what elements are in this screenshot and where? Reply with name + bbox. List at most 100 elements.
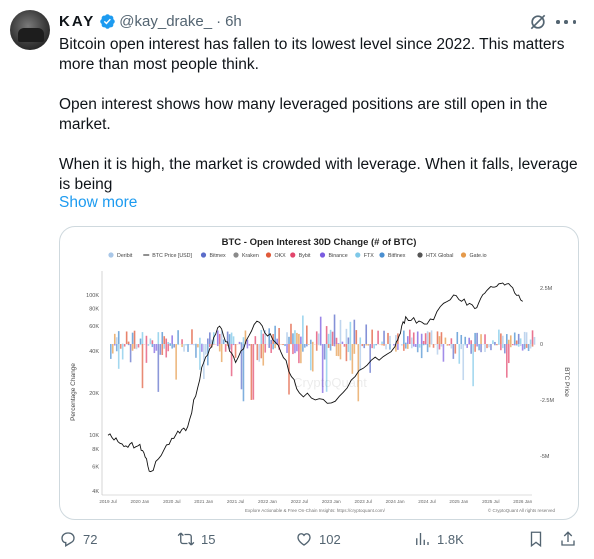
oi-change-bar xyxy=(430,330,433,344)
oi-change-bar xyxy=(115,337,118,344)
y-axis-label: Percentage Change xyxy=(70,363,77,421)
oi-change-bar xyxy=(147,344,150,346)
oi-change-bar xyxy=(458,344,461,364)
oi-change-bar xyxy=(309,339,312,344)
oi-change-bar xyxy=(377,330,379,344)
y-tick-label: 10K xyxy=(89,433,99,439)
oi-change-bar xyxy=(113,344,116,346)
oi-change-bar xyxy=(252,344,255,400)
oi-change-bar xyxy=(268,344,270,348)
oi-change-bar xyxy=(498,344,500,345)
oi-change-bar xyxy=(531,330,534,344)
oi-change-bar xyxy=(173,344,175,348)
oi-change-bar xyxy=(502,344,504,349)
oi-change-bar xyxy=(397,344,399,350)
retweet-button[interactable]: 15 xyxy=(177,530,215,548)
oi-change-bar xyxy=(242,344,245,402)
oi-change-bar xyxy=(181,344,183,348)
oi-change-bar xyxy=(504,344,506,354)
oi-change-bar xyxy=(250,344,253,400)
oi-change-bar xyxy=(422,340,425,344)
oi-change-bar xyxy=(159,344,162,355)
legend-swatch xyxy=(265,252,272,258)
legend-label: HTX Global xyxy=(426,253,453,259)
oi-change-bar xyxy=(412,332,415,344)
oi-change-bar xyxy=(319,316,322,344)
oi-change-bar xyxy=(234,344,237,358)
oi-change-bar xyxy=(355,330,358,344)
oi-change-bar xyxy=(347,337,350,344)
oi-change-bar xyxy=(246,339,249,344)
oi-change-bar xyxy=(341,341,344,344)
oi-change-bar xyxy=(345,344,348,362)
oi-change-bar xyxy=(343,344,346,347)
y2-tick-label: -2.5M xyxy=(540,398,554,404)
oi-change-bar xyxy=(511,344,514,346)
oi-change-bar xyxy=(407,336,409,344)
oi-change-bar xyxy=(151,340,154,344)
oi-change-bar xyxy=(230,332,233,344)
views-button[interactable]: 1.8K xyxy=(413,530,464,548)
oi-change-bar xyxy=(484,334,486,344)
views-icon xyxy=(416,533,429,545)
oi-change-bar xyxy=(460,334,463,344)
author-handle[interactable]: @kay_drake_ xyxy=(119,13,212,30)
oi-change-bar xyxy=(207,338,209,344)
oi-change-bar xyxy=(300,336,302,344)
oi-change-bar xyxy=(371,329,373,344)
oi-change-bar xyxy=(145,335,148,344)
more-icon[interactable] xyxy=(556,20,576,26)
oi-change-bar xyxy=(218,333,221,344)
tweet-header: KAY @kay_drake_ · 6h xyxy=(59,11,242,31)
oi-change-bar xyxy=(329,344,332,351)
oi-change-bar xyxy=(335,344,338,356)
oi-change-bar xyxy=(151,344,154,348)
like-button[interactable]: 102 xyxy=(295,530,341,548)
oi-change-bar xyxy=(428,332,431,344)
oi-change-bar xyxy=(515,340,518,344)
oi-change-bar xyxy=(448,344,451,346)
oi-change-bar xyxy=(527,344,530,352)
oi-change-bar xyxy=(327,333,330,344)
oi-change-bar xyxy=(506,344,508,378)
oi-change-bar xyxy=(484,344,486,353)
oi-change-bar xyxy=(452,344,455,359)
author-name[interactable]: KAY xyxy=(59,13,95,30)
oi-change-bar xyxy=(260,344,263,359)
x-tick-label: 2025 Jul xyxy=(482,499,499,504)
oi-change-bar xyxy=(133,344,136,349)
oi-change-bar xyxy=(165,344,168,358)
oi-change-bar xyxy=(139,344,142,346)
oi-change-bar xyxy=(347,344,350,353)
oi-change-bar xyxy=(349,344,352,361)
avatar[interactable] xyxy=(10,10,50,50)
tweet-card[interactable]: KAY @kay_drake_ · 6h Bitcoin open intere… xyxy=(0,0,594,559)
oi-change-bar xyxy=(302,315,304,344)
oi-change-bar xyxy=(306,325,308,344)
show-more-link[interactable]: Show more xyxy=(59,194,137,212)
x-tick-label: 2020 Jan xyxy=(130,499,149,504)
tweet-text: Bitcoin open interest has fallen to its … xyxy=(59,35,583,215)
oi-change-bar xyxy=(472,344,474,387)
oi-change-bar xyxy=(480,344,482,353)
oi-change-bar xyxy=(480,334,482,344)
oi-change-bar xyxy=(175,344,177,380)
grok-icon[interactable] xyxy=(528,12,548,32)
oi-change-bar xyxy=(434,344,437,345)
bookmark-button[interactable] xyxy=(527,530,551,548)
oi-change-bar xyxy=(309,344,312,371)
oi-change-bar xyxy=(337,343,340,344)
share-button[interactable] xyxy=(559,530,583,548)
oi-change-bar xyxy=(121,344,124,360)
oi-change-bar xyxy=(523,344,526,350)
oi-change-bar xyxy=(428,344,431,348)
x-tick-label: 2019 Jul xyxy=(99,499,116,504)
oi-change-bar xyxy=(519,344,522,347)
y-tick-label: 4K xyxy=(92,489,99,495)
media-image[interactable]: BTC - Open Interest 30D Change (# of BTC… xyxy=(59,226,579,520)
tweet-timestamp[interactable]: 6h xyxy=(225,13,242,30)
reply-button[interactable]: 72 xyxy=(59,530,97,548)
oi-change-bar xyxy=(268,328,270,344)
legend-swatch xyxy=(379,252,385,258)
oi-change-bar xyxy=(351,344,354,374)
